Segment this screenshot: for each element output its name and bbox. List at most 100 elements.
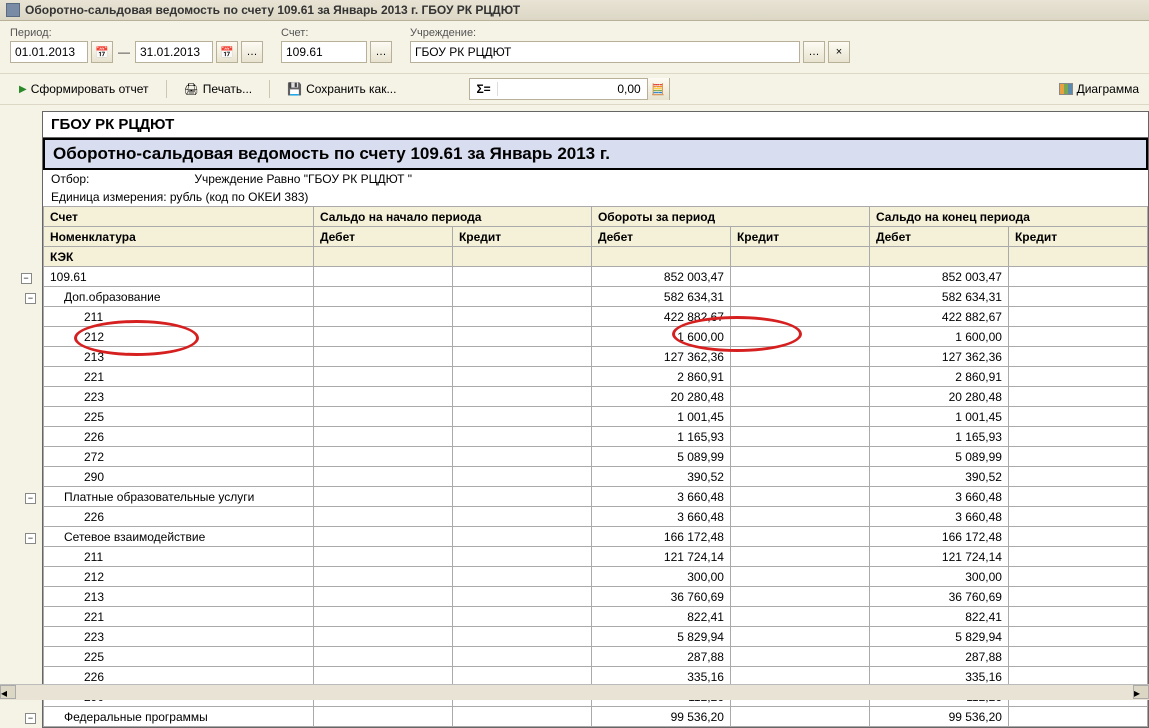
org-group: Учреждение: … ×	[410, 27, 850, 63]
account-more-button[interactable]: …	[370, 41, 392, 63]
cell	[730, 507, 869, 527]
cell	[1008, 287, 1147, 307]
cell	[313, 447, 452, 467]
table-row[interactable]: 21336 760,6936 760,69	[44, 587, 1148, 607]
row-name: 211	[44, 307, 314, 327]
hdr-account: Счет	[44, 207, 314, 227]
table-row[interactable]: 2251 001,451 001,45	[44, 407, 1148, 427]
cell	[452, 487, 591, 507]
cell: 36 760,69	[869, 587, 1008, 607]
table-row[interactable]: 2212 860,912 860,91	[44, 367, 1148, 387]
table-row[interactable]: 213127 362,36127 362,36	[44, 347, 1148, 367]
cell	[313, 507, 452, 527]
hdr-credit: Кредит	[452, 227, 591, 247]
cell	[313, 707, 452, 727]
row-name: 221	[44, 607, 314, 627]
table-row[interactable]: Доп.образование582 634,31582 634,31	[44, 287, 1148, 307]
play-icon: ▶	[19, 84, 27, 95]
calendar-icon[interactable]: 📅	[91, 41, 113, 63]
cell	[452, 267, 591, 287]
org-more-button[interactable]: …	[803, 41, 825, 63]
tree-toggle[interactable]: −	[25, 533, 36, 544]
scroll-right-icon[interactable]: ▸	[1133, 685, 1149, 699]
cell	[730, 647, 869, 667]
table-row[interactable]: 221822,41822,41	[44, 607, 1148, 627]
cell	[730, 547, 869, 567]
table-row[interactable]: 211422 882,67422 882,67	[44, 307, 1148, 327]
cell	[452, 407, 591, 427]
table-row[interactable]: Федеральные программы99 536,2099 536,20	[44, 707, 1148, 727]
unit-line: Единица измерения: рубль (код по ОКЕИ 38…	[43, 188, 1148, 206]
cell	[1008, 307, 1147, 327]
cell: 822,41	[869, 607, 1008, 627]
row-name: 226	[44, 427, 314, 447]
save-as-button[interactable]: 💾 Сохранить как...	[278, 78, 405, 100]
tree-toggle[interactable]: −	[25, 713, 36, 724]
cell	[313, 527, 452, 547]
cell: 99 536,20	[869, 707, 1008, 727]
tree-toggle[interactable]: −	[21, 273, 32, 284]
period-more-button[interactable]: …	[241, 41, 263, 63]
date-to-input[interactable]	[135, 41, 213, 63]
cell: 1 001,45	[869, 407, 1008, 427]
cell	[452, 507, 591, 527]
cell	[313, 387, 452, 407]
table-row[interactable]: 22320 280,4820 280,48	[44, 387, 1148, 407]
table-row[interactable]: 211121 724,14121 724,14	[44, 547, 1148, 567]
cell: 852 003,47	[591, 267, 730, 287]
table-row[interactable]: 2121 600,001 600,00	[44, 327, 1148, 347]
window-title: Оборотно-сальдовая ведомость по счету 10…	[25, 3, 520, 17]
table-row[interactable]: 290390,52390,52	[44, 467, 1148, 487]
row-name: 211	[44, 547, 314, 567]
table-row[interactable]: 2235 829,945 829,94	[44, 627, 1148, 647]
table-row[interactable]: Платные образовательные услуги3 660,483 …	[44, 487, 1148, 507]
table-row[interactable]: 225287,88287,88	[44, 647, 1148, 667]
tree-toggle[interactable]: −	[25, 493, 36, 504]
cell	[313, 327, 452, 347]
date-from-input[interactable]	[10, 41, 88, 63]
org-input[interactable]	[410, 41, 800, 63]
generate-button[interactable]: ▶ Сформировать отчет	[10, 78, 158, 100]
diagram-label: Диаграмма	[1077, 82, 1139, 96]
table-row[interactable]: 2725 089,995 089,99	[44, 447, 1148, 467]
table-row[interactable]: 109.61852 003,47852 003,47	[44, 267, 1148, 287]
window-icon	[6, 3, 20, 17]
hdr-credit: Кредит	[730, 227, 869, 247]
org-label: Учреждение:	[410, 27, 850, 39]
cell: 20 280,48	[591, 387, 730, 407]
account-input[interactable]	[281, 41, 367, 63]
cell: 1 600,00	[591, 327, 730, 347]
tree-toggle[interactable]: −	[25, 293, 36, 304]
row-name: 213	[44, 587, 314, 607]
row-name: 226	[44, 507, 314, 527]
cell	[730, 487, 869, 507]
cell	[313, 647, 452, 667]
sum-calc-icon[interactable]: 🧮	[647, 78, 669, 100]
scroll-left-icon[interactable]: ◂	[0, 685, 16, 699]
cell: 127 362,36	[591, 347, 730, 367]
table-row[interactable]: 212300,00300,00	[44, 567, 1148, 587]
cell	[452, 647, 591, 667]
account-label: Счет:	[281, 27, 392, 39]
dash: —	[118, 45, 130, 59]
calendar-icon[interactable]: 📅	[216, 41, 238, 63]
hdr-turnover: Обороты за период	[591, 207, 869, 227]
print-button[interactable]: 🖨 Печать...	[175, 78, 262, 100]
row-name: 225	[44, 407, 314, 427]
table-row[interactable]: Сетевое взаимодействие166 172,48166 172,…	[44, 527, 1148, 547]
cell	[1008, 507, 1147, 527]
cell	[730, 627, 869, 647]
table-row[interactable]: 2263 660,483 660,48	[44, 507, 1148, 527]
h-scrollbar[interactable]: ◂ ▸	[0, 684, 1149, 700]
filter-label: Отбор:	[51, 172, 191, 186]
diagram-button[interactable]: Диаграмма	[1059, 82, 1139, 96]
cell	[452, 447, 591, 467]
row-name: 290	[44, 467, 314, 487]
org-clear-button[interactable]: ×	[828, 41, 850, 63]
table-row[interactable]: 2261 165,931 165,93	[44, 427, 1148, 447]
save-icon: 💾	[287, 82, 302, 96]
row-name: 212	[44, 327, 314, 347]
cell	[730, 387, 869, 407]
report-org: ГБОУ РК РЦДЮТ	[43, 112, 1148, 138]
row-name: 223	[44, 627, 314, 647]
